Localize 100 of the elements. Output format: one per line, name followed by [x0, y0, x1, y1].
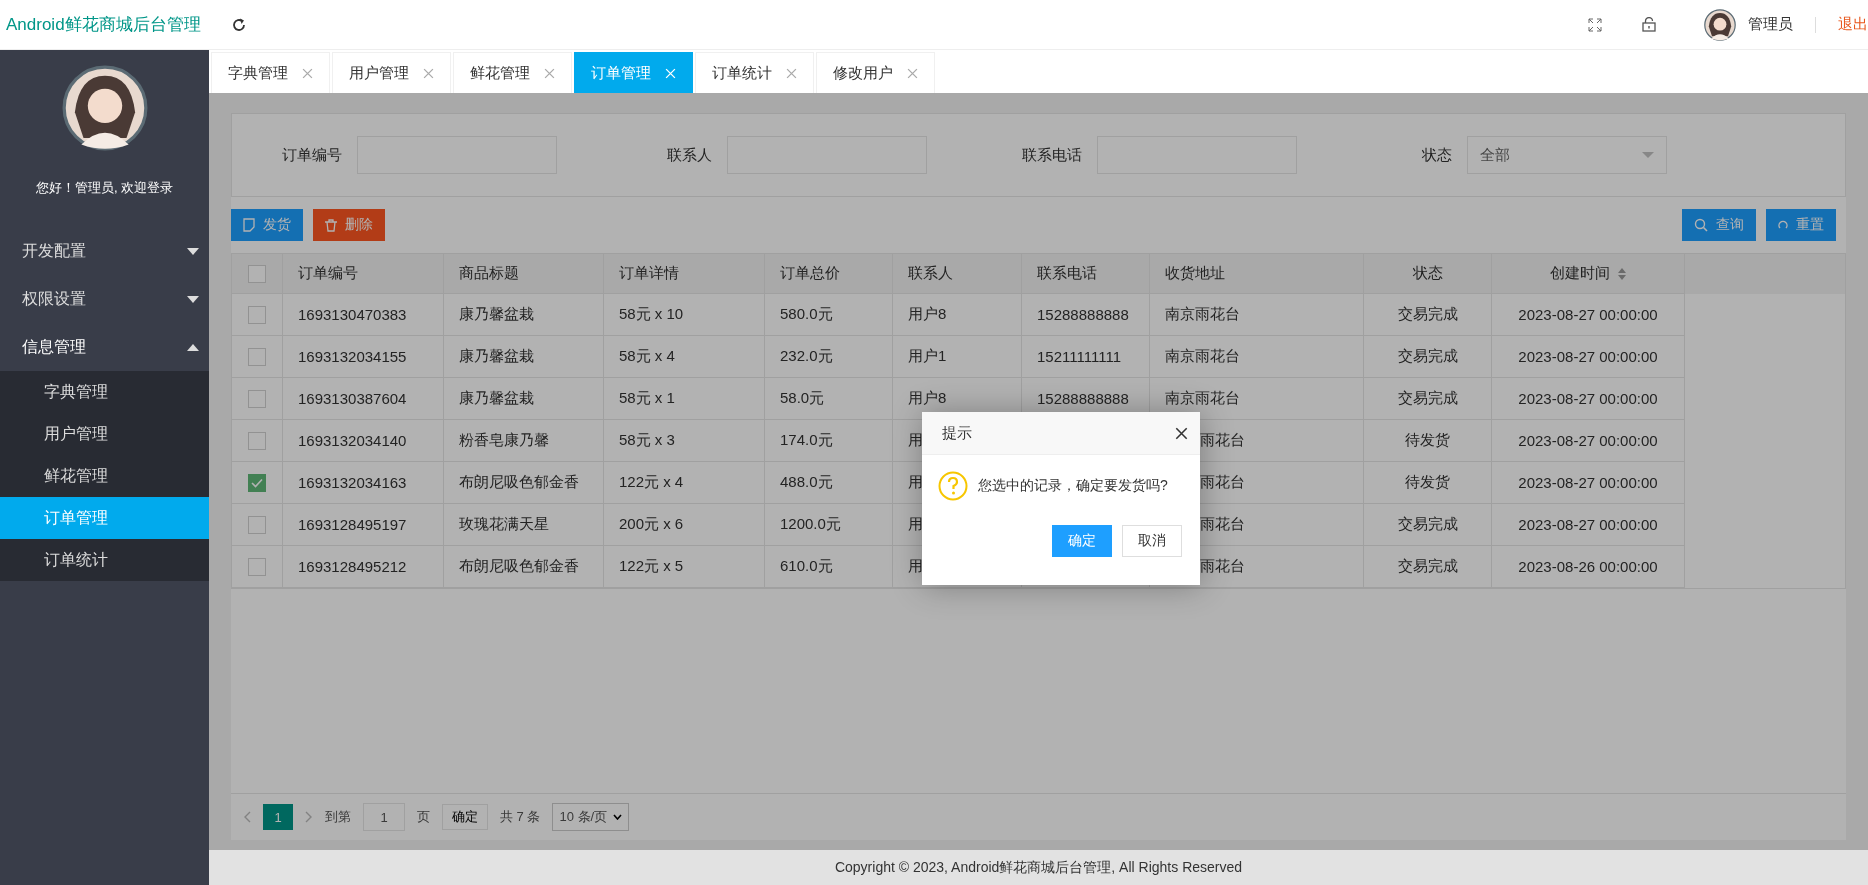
- table-cell: 用: [908, 557, 923, 576]
- table-cell: 122元 x 4: [619, 473, 684, 492]
- table-cell: 15211111111: [1037, 348, 1121, 365]
- table-cell: 用: [908, 473, 923, 492]
- table-cell: 交易完成: [1397, 515, 1458, 534]
- copyright-text: Copyright © 2023, Android鲜花商城后台管理, All Rights Reserved: [209, 850, 1868, 885]
- table-cell: 15288888888: [1037, 306, 1129, 323]
- table-cell: 200元 x 6: [619, 515, 684, 534]
- table-cell: 1693128495212: [298, 558, 407, 575]
- table-cell: 2023-08-27 00:00:00: [1518, 306, 1658, 323]
- column-header: 商品标题: [459, 264, 519, 283]
- logout-link[interactable]: 退出: [1838, 15, 1868, 34]
- table-cell: 康乃馨盆栽: [459, 347, 534, 366]
- table-cell: 交易完成: [1397, 557, 1458, 576]
- user-name[interactable]: 管理员: [1748, 15, 1793, 34]
- table-cell: 雨花台: [1200, 515, 1245, 534]
- page-unit: 页: [417, 808, 430, 826]
- submenu-item[interactable]: 鲜花管理: [0, 455, 209, 497]
- field-label: 联系人: [666, 145, 712, 165]
- checkbox[interactable]: [248, 473, 266, 492]
- table-cell: 1693130470383: [298, 306, 407, 323]
- column-header: 订单编号: [298, 264, 358, 283]
- submenu-item[interactable]: 用户管理: [0, 413, 209, 455]
- tab[interactable]: 订单统计: [695, 52, 814, 93]
- table-cell: 610.0元: [780, 557, 833, 576]
- checkbox[interactable]: [248, 515, 266, 534]
- table-cell: 2023-08-27 00:00:00: [1518, 432, 1658, 449]
- confirm-button[interactable]: 确定: [442, 804, 488, 830]
- tab[interactable]: 字典管理: [211, 52, 330, 93]
- table-cell: 雨花台: [1200, 557, 1245, 576]
- checkbox[interactable]: [248, 264, 266, 283]
- table-cell: 雨花台: [1200, 473, 1245, 492]
- table-cell: 488.0元: [780, 473, 833, 492]
- lock-icon[interactable]: [1642, 17, 1656, 32]
- caret-icon: [187, 343, 199, 351]
- table-cell: 待发货: [1405, 431, 1450, 450]
- previous-icon[interactable]: [243, 811, 251, 823]
- cancel-button[interactable]: 取消: [1122, 525, 1182, 557]
- table-cell: 粉香皂康乃馨: [459, 431, 549, 450]
- caret-icon: [187, 295, 199, 303]
- sort-icon[interactable]: [1618, 267, 1626, 280]
- refresh-icon[interactable]: [230, 16, 247, 33]
- submenu-item[interactable]: 字典管理: [0, 371, 209, 413]
- greeting-text: 您好！管理员, 欢迎登录: [34, 179, 175, 197]
- checkbox[interactable]: [248, 431, 266, 450]
- column-header[interactable]: 创建时间: [1550, 264, 1626, 283]
- caret-icon: [613, 814, 623, 820]
- refresh-icon: [1778, 220, 1788, 230]
- close-icon[interactable]: [1175, 426, 1188, 440]
- table-cell: 1693132034163: [298, 474, 407, 491]
- table-cell: 1693132034140: [298, 432, 407, 449]
- page-input[interactable]: 1: [363, 803, 405, 831]
- table-cell: 58元 x 10: [619, 305, 684, 324]
- document-icon: [243, 218, 255, 232]
- table-cell: 58元 x 3: [619, 431, 675, 450]
- next-icon[interactable]: [305, 811, 313, 823]
- table-cell: 1693132034155: [298, 348, 407, 365]
- caret-icon: [1642, 151, 1654, 159]
- status-select[interactable]: 全部: [1467, 136, 1667, 174]
- table-cell: 1693130387604: [298, 390, 407, 407]
- checkbox[interactable]: [248, 347, 266, 366]
- column-header: 状态: [1412, 264, 1443, 283]
- table-cell: 玫瑰花满天星: [459, 515, 549, 534]
- tab[interactable]: 修改用户: [816, 52, 935, 93]
- table-cell: 南京雨花台: [1165, 389, 1240, 408]
- dialog-title: 提示: [942, 423, 972, 443]
- caret-icon: [187, 247, 199, 255]
- table-cell: 122元 x 5: [619, 557, 684, 576]
- table-cell: 174.0元: [780, 431, 833, 450]
- table-cell: 232.0元: [780, 347, 833, 366]
- submenu-item[interactable]: 订单统计: [0, 539, 209, 581]
- table-cell: 用户8: [908, 305, 947, 324]
- fullscreen-icon[interactable]: [1588, 17, 1602, 32]
- field-label: 联系电话: [1021, 145, 1082, 165]
- table-cell: 南京雨花台: [1165, 347, 1240, 366]
- checkbox[interactable]: [248, 557, 266, 576]
- checkmark-icon: [251, 477, 263, 488]
- table-cell: 用: [908, 431, 923, 450]
- table-cell: 580.0元: [780, 305, 833, 324]
- avatar-icon: [61, 65, 148, 151]
- table-cell: 2023-08-27 00:00:00: [1518, 348, 1658, 365]
- table-cell: 1693128495197: [298, 516, 407, 533]
- tab[interactable]: 鲜花管理: [453, 52, 572, 93]
- tab[interactable]: 用户管理: [332, 52, 451, 93]
- table-cell: 2023-08-26 00:00:00: [1518, 558, 1658, 575]
- page-size-select[interactable]: 10 条/页: [552, 803, 630, 831]
- table-cell: 2023-08-27 00:00:00: [1518, 390, 1658, 407]
- column-header: 联系电话: [1037, 264, 1097, 283]
- goto-label: 到第: [325, 808, 351, 826]
- checkbox[interactable]: [248, 305, 266, 324]
- table-cell: 雨花台: [1200, 431, 1245, 450]
- table-cell: 58.0元: [780, 389, 825, 408]
- table-cell: 康乃馨盆栽: [459, 389, 534, 408]
- field-label: 状态: [1421, 145, 1452, 165]
- table-cell: 布朗尼吸色郁金香: [459, 473, 579, 492]
- checkbox[interactable]: [248, 389, 266, 408]
- table-cell: 交易完成: [1397, 305, 1458, 324]
- table-cell: 15288888888: [1037, 390, 1129, 407]
- avatar-icon: [1704, 8, 1736, 41]
- column-header: 订单总价: [780, 264, 840, 283]
